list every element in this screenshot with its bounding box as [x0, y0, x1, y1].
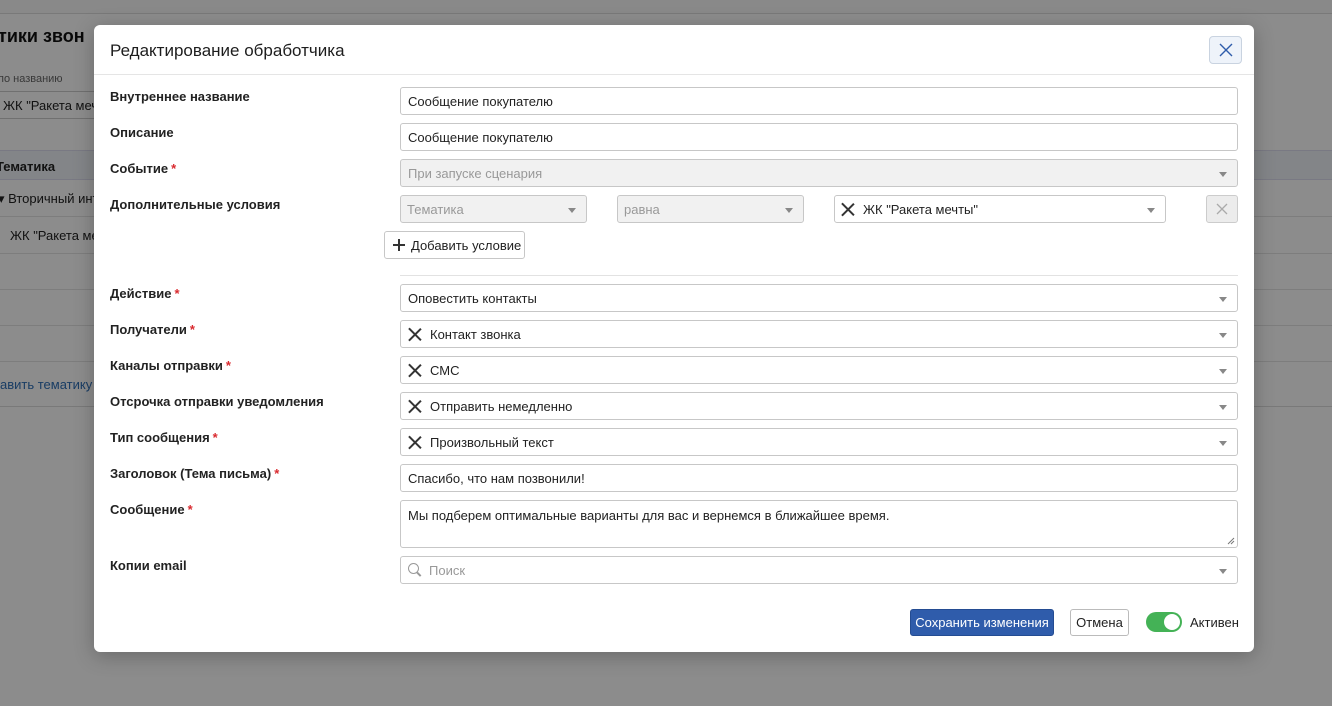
section-divider [400, 275, 1238, 276]
action-label-text: Действие [110, 286, 172, 301]
remove-tag-icon[interactable] [408, 435, 422, 449]
cc-email-placeholder: Поиск [429, 562, 466, 578]
required-mark: * [189, 322, 195, 337]
chevron-down-icon [1219, 405, 1227, 410]
subject-label-text: Заголовок (Тема письма) [110, 466, 272, 481]
remove-tag-icon[interactable] [408, 399, 422, 413]
channels-select[interactable]: СМС [400, 356, 1238, 384]
close-icon [1216, 203, 1228, 215]
event-label-text: Событие [110, 161, 169, 176]
message-value: Мы подберем оптимальные варианты для вас… [408, 508, 890, 523]
description-input[interactable]: Сообщение покупателю [400, 123, 1238, 151]
required-mark: * [174, 286, 180, 301]
channels-value: СМС [430, 362, 460, 378]
modal-title: Редактирование обработчика [110, 41, 345, 60]
add-condition-button[interactable]: Добавить условие [384, 231, 525, 259]
required-mark: * [171, 161, 177, 176]
action-select[interactable]: Оповестить контакты [400, 284, 1238, 312]
internal-name-input[interactable]: Сообщение покупателю [400, 87, 1238, 115]
condition-operator-select[interactable]: равна [617, 195, 804, 223]
required-mark: * [274, 466, 280, 481]
plus-icon [393, 239, 405, 251]
channels-label-text: Каналы отправки [110, 358, 223, 373]
recipients-value: Контакт звонка [430, 326, 521, 342]
close-icon [1219, 43, 1232, 57]
recipients-select[interactable]: Контакт звонка [400, 320, 1238, 348]
chevron-down-icon [1219, 333, 1227, 338]
subject-input[interactable]: Спасибо, что нам позвонили! [400, 464, 1238, 492]
cc-email-label: Копии email [110, 558, 187, 573]
remove-condition-button[interactable] [1206, 195, 1238, 223]
chevron-down-icon [1219, 369, 1227, 374]
delay-label: Отсрочка отправки уведомления [110, 394, 324, 409]
description-label: Описание [110, 125, 174, 140]
close-button[interactable] [1209, 36, 1242, 64]
modal-header: Редактирование обработчика [94, 25, 1254, 75]
message-label: Сообщение * [110, 502, 193, 517]
condition-field-select[interactable]: Тематика [400, 195, 587, 223]
chevron-down-icon [1219, 297, 1227, 302]
condition-field-value: Тематика [407, 201, 464, 217]
condition-value-select[interactable]: ЖК "Ракета мечты" [834, 195, 1166, 223]
channels-label: Каналы отправки * [110, 358, 231, 373]
chevron-down-icon [1147, 208, 1155, 213]
chevron-down-icon [1219, 172, 1227, 177]
required-mark: * [187, 502, 193, 517]
recipients-label-text: Получатели [110, 322, 187, 337]
required-mark: * [212, 430, 218, 445]
message-type-label-text: Тип сообщения [110, 430, 210, 445]
resize-handle-icon[interactable] [1227, 537, 1235, 545]
subject-label: Заголовок (Тема письма) * [110, 466, 279, 481]
remove-tag-icon[interactable] [408, 327, 422, 341]
delay-value: Отправить немедленно [430, 398, 573, 414]
condition-operator-value: равна [624, 201, 660, 217]
event-select[interactable]: При запуске сценария [400, 159, 1238, 187]
edit-handler-modal: Редактирование обработчика Внутреннее на… [94, 25, 1254, 652]
chevron-down-icon [1219, 569, 1227, 574]
event-label: Событие * [110, 161, 176, 176]
internal-name-label: Внутреннее название [110, 89, 250, 104]
chevron-down-icon [568, 208, 576, 213]
action-label: Действие * [110, 286, 180, 301]
add-condition-label: Добавить условие [411, 237, 522, 253]
recipients-label: Получатели * [110, 322, 195, 337]
condition-value: ЖК "Ракета мечты" [863, 201, 978, 217]
action-value: Оповестить контакты [408, 290, 537, 306]
event-value: При запуске сценария [408, 165, 543, 181]
message-type-select[interactable]: Произвольный текст [400, 428, 1238, 456]
cc-email-search[interactable]: Поиск [400, 556, 1238, 584]
search-icon [408, 563, 422, 577]
delay-select[interactable]: Отправить немедленно [400, 392, 1238, 420]
chevron-down-icon [1219, 441, 1227, 446]
message-type-value: Произвольный текст [430, 434, 554, 450]
message-type-label: Тип сообщения * [110, 430, 218, 445]
remove-tag-icon[interactable] [408, 363, 422, 377]
required-mark: * [225, 358, 231, 373]
chevron-down-icon [785, 208, 793, 213]
active-toggle[interactable] [1146, 612, 1182, 632]
conditions-label: Дополнительные условия [110, 197, 281, 212]
message-textarea[interactable]: Мы подберем оптимальные варианты для вас… [400, 500, 1238, 548]
message-label-text: Сообщение [110, 502, 185, 517]
save-button[interactable]: Сохранить изменения [910, 609, 1054, 636]
remove-tag-icon[interactable] [841, 202, 855, 216]
toggle-knob [1164, 614, 1180, 630]
cancel-button[interactable]: Отмена [1070, 609, 1129, 636]
active-label: Активен [1190, 615, 1239, 630]
